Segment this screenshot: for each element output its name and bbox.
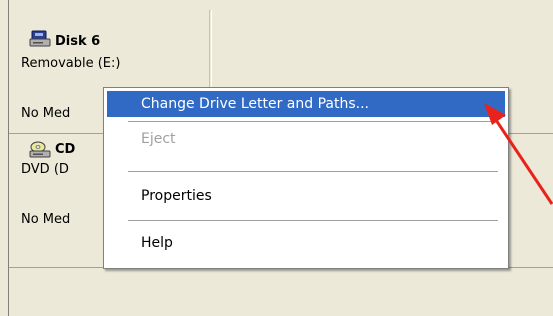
menu-item-properties[interactable]: Properties bbox=[107, 183, 505, 209]
cd-drive-icon bbox=[29, 141, 51, 158]
disk-name: Disk 6 bbox=[55, 34, 101, 49]
menu-item-change-drive-letter[interactable]: Change Drive Letter and Paths... bbox=[107, 91, 505, 117]
disk-name: CD bbox=[55, 142, 76, 157]
empty-area bbox=[9, 268, 553, 316]
disk-media-status: No Med bbox=[21, 106, 71, 121]
removable-disk-icon bbox=[29, 30, 51, 47]
disk-type: DVD (D bbox=[21, 162, 69, 177]
context-menu: Change Drive Letter and Paths... Eject P… bbox=[103, 87, 509, 269]
menu-item-help[interactable]: Help bbox=[107, 230, 505, 256]
disk-type: Removable (E:) bbox=[21, 56, 121, 71]
menu-item-eject: Eject bbox=[141, 131, 176, 147]
annotation-arrow-icon bbox=[484, 103, 553, 205]
disk-media-status: No Med bbox=[21, 212, 71, 227]
menu-separator bbox=[128, 171, 498, 172]
menu-separator bbox=[128, 220, 498, 221]
menu-separator bbox=[128, 121, 498, 122]
